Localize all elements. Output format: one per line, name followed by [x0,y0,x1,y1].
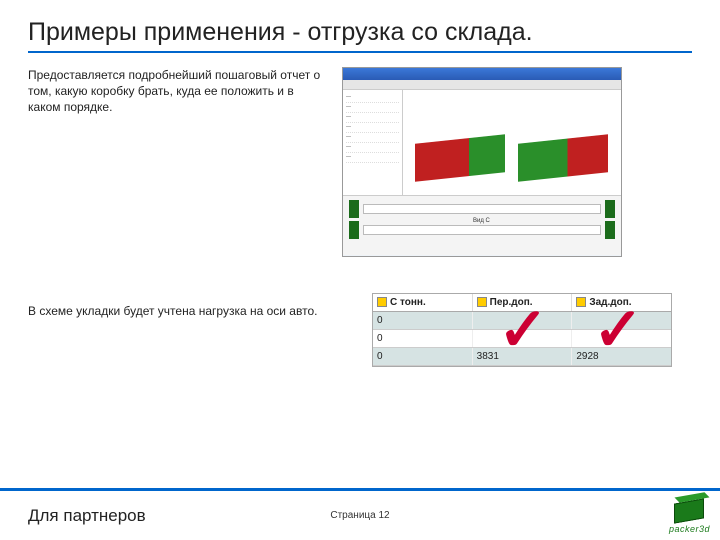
rear-axle-icon [576,297,586,307]
window-titlebar [343,68,621,80]
render-caption: Вид С [473,218,490,224]
footer: Для партнеров Страница 12 packer3d [0,488,720,540]
slide-title: Примеры применения - отгрузка со склада. [28,18,692,53]
col-header-front: Пер.доп. [473,294,573,311]
paragraph-1: Предоставляется подробнейший пошаговый о… [28,67,328,257]
cube-icon [674,498,704,523]
footer-page-number: Страница 12 [330,510,389,521]
profile-panel [343,195,621,255]
table-row: 0 [373,312,671,330]
front-axle-icon [477,297,487,307]
cargo-render-left [415,134,505,181]
col-header-tons: С тонн. [373,294,473,311]
paragraph-2: В схеме укладки будет учтена нагрузка на… [28,293,358,319]
app-screenshot: ——————— Вид С [342,67,622,257]
axle-load-table: С тонн. Пер.доп. Зад.доп. 0 0 038312928 … [372,293,672,367]
weight-icon [377,297,387,307]
render-panel: Вид С [403,90,621,195]
brand-logo: packer3d [669,501,710,534]
window-toolbar [343,80,621,90]
cargo-render-right [518,134,608,181]
brand-name: packer3d [669,524,710,534]
tree-panel: ——————— [343,90,403,195]
col-header-rear: Зад.доп. [572,294,671,311]
table-row: 038312928 [373,348,671,366]
footer-audience: Для партнеров [28,506,146,526]
table-header-row: С тонн. Пер.доп. Зад.доп. [373,294,671,312]
table-row: 0 [373,330,671,348]
